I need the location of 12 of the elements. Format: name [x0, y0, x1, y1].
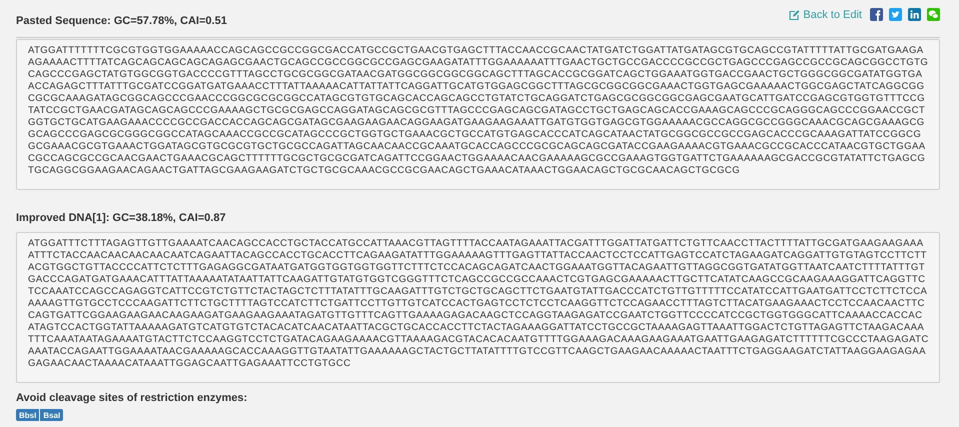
- section-title: Improved DNA[1]: GC=38.18%, CAI=0.87: [16, 212, 227, 226]
- page-title: Pasted Sequence: GC=57.78%, CAI=0.51: [16, 14, 227, 26]
- section-title: Avoid cleavage sites of restriction enzymes:: [16, 392, 248, 404]
- enzyme-tag[interactable]: BbsI: [16, 409, 40, 421]
- enzyme-tag[interactable]: BsaI: [40, 409, 64, 421]
- back-to-edit-link[interactable]: Back to Edit: [789, 8, 862, 20]
- twitter-icon[interactable]: [889, 8, 902, 21]
- edit-icon: [789, 10, 800, 20]
- linkedin-icon[interactable]: [908, 8, 921, 21]
- facebook-icon[interactable]: [870, 8, 883, 21]
- sequence-box: ATGGATTTCTTTAGAGTTGTTGAAAATCAACAGCCACCTGCTACCATGCCATTAAACGTTAGTTTTACCAATAGAAATTACGATTTGGATTATGATTCTGTTCAACCTTACTTTTATTGCGATGAAGAAGAAAATTTCTACCAACAACAACAACAATCAGAATTACAGCCACCTGCACCTTCAGAAGATATTTGGAAAAAGTTTGAGTTATTACCAACTCCTCCATTGAGTCCATCTAGAAGATCAGGATTGTGTAGTCCTTCTTACGTGGCTGTTACCCCATTCTCTTTGAGAGGCGATAATGATGGTGGTGGTGGTTCTTTCTCCACAGCAGATCAACTGGAAATGGTTACAGAATTGTTAGGCGGTGATATGGTTAATCAATCTTTTATTTGTGACCCAGATGATGAAACATTTATTAAAAATATAATTATTCAAGATTGTATGTGGTCGGGTTTCTCAGCCGCCGCCAAACTCGTGAGCGAAAAACTTGCTTCATATCAAGCCGCAAGAAAGGATTCAGGTTCTCCAAATCCAGCCAGAGGTCATTCCGTCTGTTCTACTAGCTCTTTATATTTGCAAGATTTGTCTGCTGCAGCTTCTGAATGTATTGACCCATCTGTTGTTTTTCCATATCCATTGAATGATTCCTCTTCTCCAAAAAGTTGTGCCTCCCAAGATTCTTCTGCTTTTAGTCCATCTTCTGATTCCTTGTTGTCATCCACTGAGTCCTCTCCTCAAGGTTCTCCAGAACCTTTAGTCTTACATGAAGAAACTCCTCCAACAACTTCCAGTGATTCGGAAGAAGAACAAGAAGATGAAGAAGAAATAGATGTTGTTTCAGTTGAAAAGAGACAAGCTCCAGGTAAGAGATCCGAATCTGGTTCCCCATCCGCTGGTGGGCATTCAAAACCACCACATAGTCCACTGGTATTAAAAAGATGTCATGTGTCTACACATCAACATAATTACGCTGCACCACCTTCTACTAGAAAGGATTATCCTGCCGCTAAAAGAGTTAAATTGGACTCTGTTAGAGTTCTAAGACAAATTTCAAATAATAGAAAATGTACTTCTCCAAGGTCCTCTGATACAGAAGAAAACGTTAAAAGACGTACACACAATGTTTTGGAAAGACAAAGAAGAAATGAATTGAAGAGATCTTTTTTCGCCCTAAGAGATCAAATACCAGAATTGGAAAATAACGAAAAAGCACCAAAGGTTGTAATATTGAAAAAAGCTACTGCTTATATTTTGTCCGTTCAAGCTGAAGAACAAAAACTAATTTCTGAGGAAGATCTATTAAGGAAGAGAAGAGAACAACTAAAACATAAATTGGAGCAATTGAGAAATTCCTGTGCC: [16, 232, 940, 383]
- sequence-box: ATGGATTTTTTTCGCGTGGTGGAAAAACCAGCAGCCGCCGGCGACCATGCCGCTGAACGTGAGCTTTACCAACCGCAACTATGATCTGGATTATGATAGCGTGCAGCCGTATTTTTATTGCGATGAAGAAGAAAACTTTTATCAGCAGCAGCAGCAGAGCGAACTGCAGCCGCCGGCGCCGAGCGAAGATATTTGGAAAAAATTTGAACTGCTGCCGACCCCGCCGCTGAGCCCGAGCCGCCGCAGCGGCCTGTGCAGCCCGAGCTATGTGGCGGTGACCCCGTTTAGCCTGCGCGGCGATAACGATGGCGGCGGCGGCAGCTTTAGCACCGCGGATCAGCTGGAAATGGTGACCGAACTGCTGGGCGGCGATATGGTGAACCAGAGCTTTATTTGCGATCCGGATGATGAAACCTTTATTAAAAACATTATTATTCAGGATTGCATGTGGAGCGGCTTTAGCGCGGCGGCGAAACTGGTGAGCGAAAAACTGGCGAGCTATCAGGCGGCGCGCAAAGATAGCGGCAGCCCGAACCCGGCGCGCGGCCATAGCGTGTGCAGCACCAGCAGCCTGTATCTGCAGGATCTGAGCGCGGCGGCGAGCGAATGCATTGATCCGAGCGTGGTGTTTCCGTATCCGCTGAACGATAGCAGCAGCCCGAAAAGCTGCGCGAGCCAGGATAGCAGCGCGTTTAGCCCGAGCAGCGATAGCCTGCTGAGCAGCACCGAAAGCAGCCCGCAGGGCAGCCCGGAACCGCTGGTGCTGCATGAAGAAACCCCGCCGACCACCAGCAGCGATAGCGAAGAAGAACAGGAAGATGAAGAAGAAATTGATGTGGTGAGCGTGGAAAAACGCCAGGCGCCGGGCAAACGCAGCGAAAGCGGCAGCCCGAGCGCGGGCGGCCATAGCAAACCGCCGCATAGCCCGCTGGTGCTGAAACGCTGCCATGTGAGCACCCATCAGCATAACTATGCGGCGCCGCCGAGCACCCGCAAAGATTATCCGGCGGCGAAACGCGTGAAACTGGATAGCGTGCGCGTGCTGCGCCAGATTAGCAACAACCGCAAATGCACCAGCCCGCGCAGCAGCGATACCGAAGAAAACGTGAAACGCCGCACCCATAACGTGCTGGAACGCCAGCGCCGCAACGAACTGAAACGCAGCTTTTTTGCGCTGCGCGATCAGATTCCGGAACTGGAAAACAACGAAAAAGCGCCGAAAGTGGTGATTCTGAAAAAAGCGACCGCGTATATTCTGAGCGTGCAGGCGGAAGAACAGAACTGATTAGCGAAGAAGATCTGCTGCGCAAACGCCGCGAACAGCTGAAACATAAACTGGAACAGCTGCGCAACAGCTGCGCG: [16, 39, 940, 190]
